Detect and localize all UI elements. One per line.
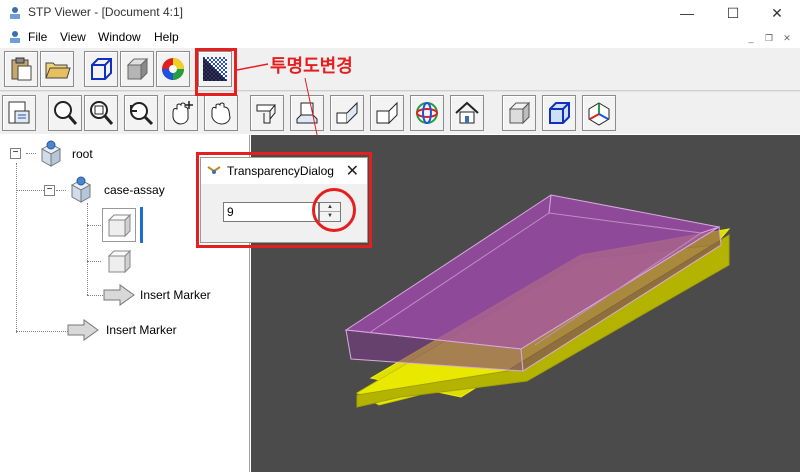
menu-help[interactable]: Help: [154, 30, 179, 44]
tree-node-marker-2[interactable]: Insert Marker: [106, 323, 177, 337]
zoom-window-button[interactable]: [84, 95, 118, 131]
maximize-button[interactable]: ☐: [710, 0, 756, 26]
minimize-button[interactable]: —: [664, 0, 710, 26]
paste-button[interactable]: [4, 51, 38, 87]
assembly-toggle[interactable]: −: [44, 185, 55, 196]
marker-arrow-icon: [67, 319, 99, 341]
app-icon: [10, 7, 20, 19]
view-left-icon: [336, 101, 358, 124]
tree-node-marker-1[interactable]: Insert Marker: [140, 288, 211, 302]
mdi-minimize-button[interactable]: _: [744, 32, 758, 44]
color-button[interactable]: [156, 51, 190, 87]
shaded-cube-icon: [126, 57, 149, 81]
hand-icon: [211, 102, 231, 125]
view-home-button[interactable]: [450, 95, 484, 131]
part-node-1[interactable]: [102, 208, 136, 242]
axis-triad-button[interactable]: [582, 95, 616, 131]
view-home-icon: [455, 101, 479, 124]
menu-view[interactable]: View: [60, 30, 86, 44]
menu-bar: File View Window Help _ ❐ ✕: [0, 26, 800, 48]
view-right-icon: [376, 101, 398, 125]
hand-button[interactable]: [204, 95, 238, 131]
view-axo-icon: [416, 102, 438, 124]
pan-button[interactable]: [164, 95, 198, 131]
tree-line: [87, 225, 103, 226]
part-node-2[interactable]: [102, 244, 136, 278]
tree-node-assembly[interactable]: case-assay: [104, 183, 165, 197]
wireframe-button[interactable]: [84, 51, 118, 87]
window-title: STP Viewer - [Document 4:1]: [28, 5, 183, 19]
assembly-icon: [70, 176, 92, 203]
shaded-mode-button[interactable]: [502, 95, 536, 131]
shaded-mode-icon: [508, 101, 531, 125]
view-top-icon: [296, 102, 318, 124]
open-button[interactable]: [40, 51, 74, 87]
rotate-button[interactable]: [124, 95, 158, 131]
view-left-button[interactable]: [330, 95, 364, 131]
document-icon: [10, 31, 20, 43]
part-icon: [107, 249, 132, 274]
marker-arrow-icon: [103, 284, 135, 306]
view-toolbar: [0, 92, 800, 134]
tree-line: [16, 163, 17, 333]
transparency-highlight: [195, 48, 237, 96]
shaded-button[interactable]: [120, 51, 154, 87]
mdi-restore-button[interactable]: ❐: [762, 32, 776, 44]
view-front-icon: [256, 104, 277, 124]
zoom-button[interactable]: [48, 95, 82, 131]
tree-line: [87, 295, 103, 296]
root-toggle[interactable]: −: [10, 148, 21, 159]
wireframe-mode-icon: [549, 102, 570, 124]
view-front-button[interactable]: [250, 95, 284, 131]
menu-window[interactable]: Window: [98, 30, 141, 44]
color-wheel-icon: [162, 58, 184, 80]
selection-indicator: [140, 207, 143, 243]
zoom-icon: [54, 101, 78, 125]
annotation-label: 투명도변경: [270, 56, 353, 77]
paste-icon: [11, 57, 32, 81]
tree-view-icon: [8, 101, 30, 124]
rotate-icon: [130, 102, 154, 126]
tree-line: [16, 331, 68, 332]
close-button[interactable]: ✕: [754, 0, 800, 26]
tree-view-button[interactable]: [2, 95, 36, 131]
view-right-button[interactable]: [370, 95, 404, 131]
title-bar: STP Viewer - [Document 4:1] — ☐ ✕: [0, 0, 800, 26]
tree-line: [87, 261, 103, 262]
wireframe-cube-icon: [91, 58, 112, 80]
view-top-button[interactable]: [290, 95, 324, 131]
tree-node-root[interactable]: root: [72, 147, 93, 161]
pan-icon: [172, 101, 193, 125]
view-axo-button[interactable]: [410, 95, 444, 131]
zoom-window-icon: [90, 101, 114, 125]
tree-line: [56, 190, 66, 191]
wireframe-mode-button[interactable]: [542, 95, 576, 131]
mdi-close-button[interactable]: ✕: [780, 32, 794, 44]
axis-triad-icon: [588, 102, 610, 126]
tree-line: [16, 190, 46, 191]
spinner-highlight: [312, 188, 356, 232]
open-folder-icon: [45, 62, 71, 79]
menu-file[interactable]: File: [28, 30, 47, 44]
assembly-icon: [40, 140, 62, 167]
part-icon: [107, 213, 132, 238]
tree-line: [26, 153, 36, 154]
tree-line: [87, 203, 88, 295]
main-toolbar: [0, 48, 800, 90]
